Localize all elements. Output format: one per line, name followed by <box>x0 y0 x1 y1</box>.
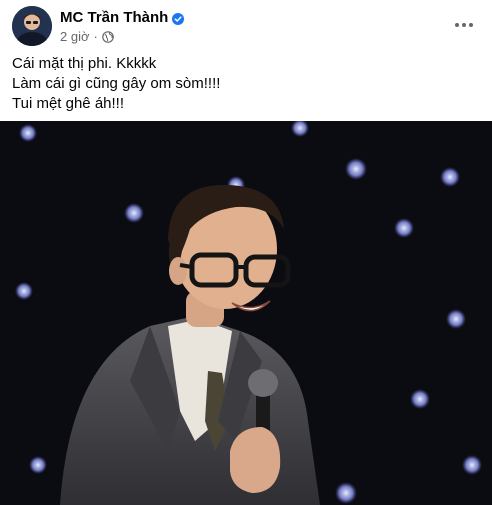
facebook-post: MC Trần Thành 2 giờ · Cái mặt thị phi. K… <box>0 0 492 505</box>
post-message-line: Cái mặt thị phi. Kkkkk <box>12 55 157 72</box>
post-message-line: Tui mệt ghê áh!!! <box>12 95 125 112</box>
author-line: MC Trần Thành <box>60 9 185 26</box>
post-timestamp[interactable]: 2 giờ <box>60 29 90 44</box>
globe-icon <box>102 30 114 43</box>
post-header: MC Trần Thành 2 giờ · <box>12 6 480 46</box>
more-options-icon <box>454 15 474 33</box>
author-name[interactable]: MC Trần Thành <box>60 9 168 26</box>
author-avatar[interactable] <box>12 6 52 46</box>
more-options-button[interactable] <box>448 8 480 40</box>
post-photo[interactable] <box>0 121 492 505</box>
verified-badge-icon <box>172 12 185 25</box>
meta-separator: · <box>93 29 98 44</box>
post-meta: 2 giờ · <box>60 29 114 44</box>
post-message-line: Làm cái gì cũng gây om sòm!!!! <box>12 75 221 92</box>
post-message: Cái mặt thị phi. Kkkkk Làm cái gì cũng g… <box>12 54 480 114</box>
